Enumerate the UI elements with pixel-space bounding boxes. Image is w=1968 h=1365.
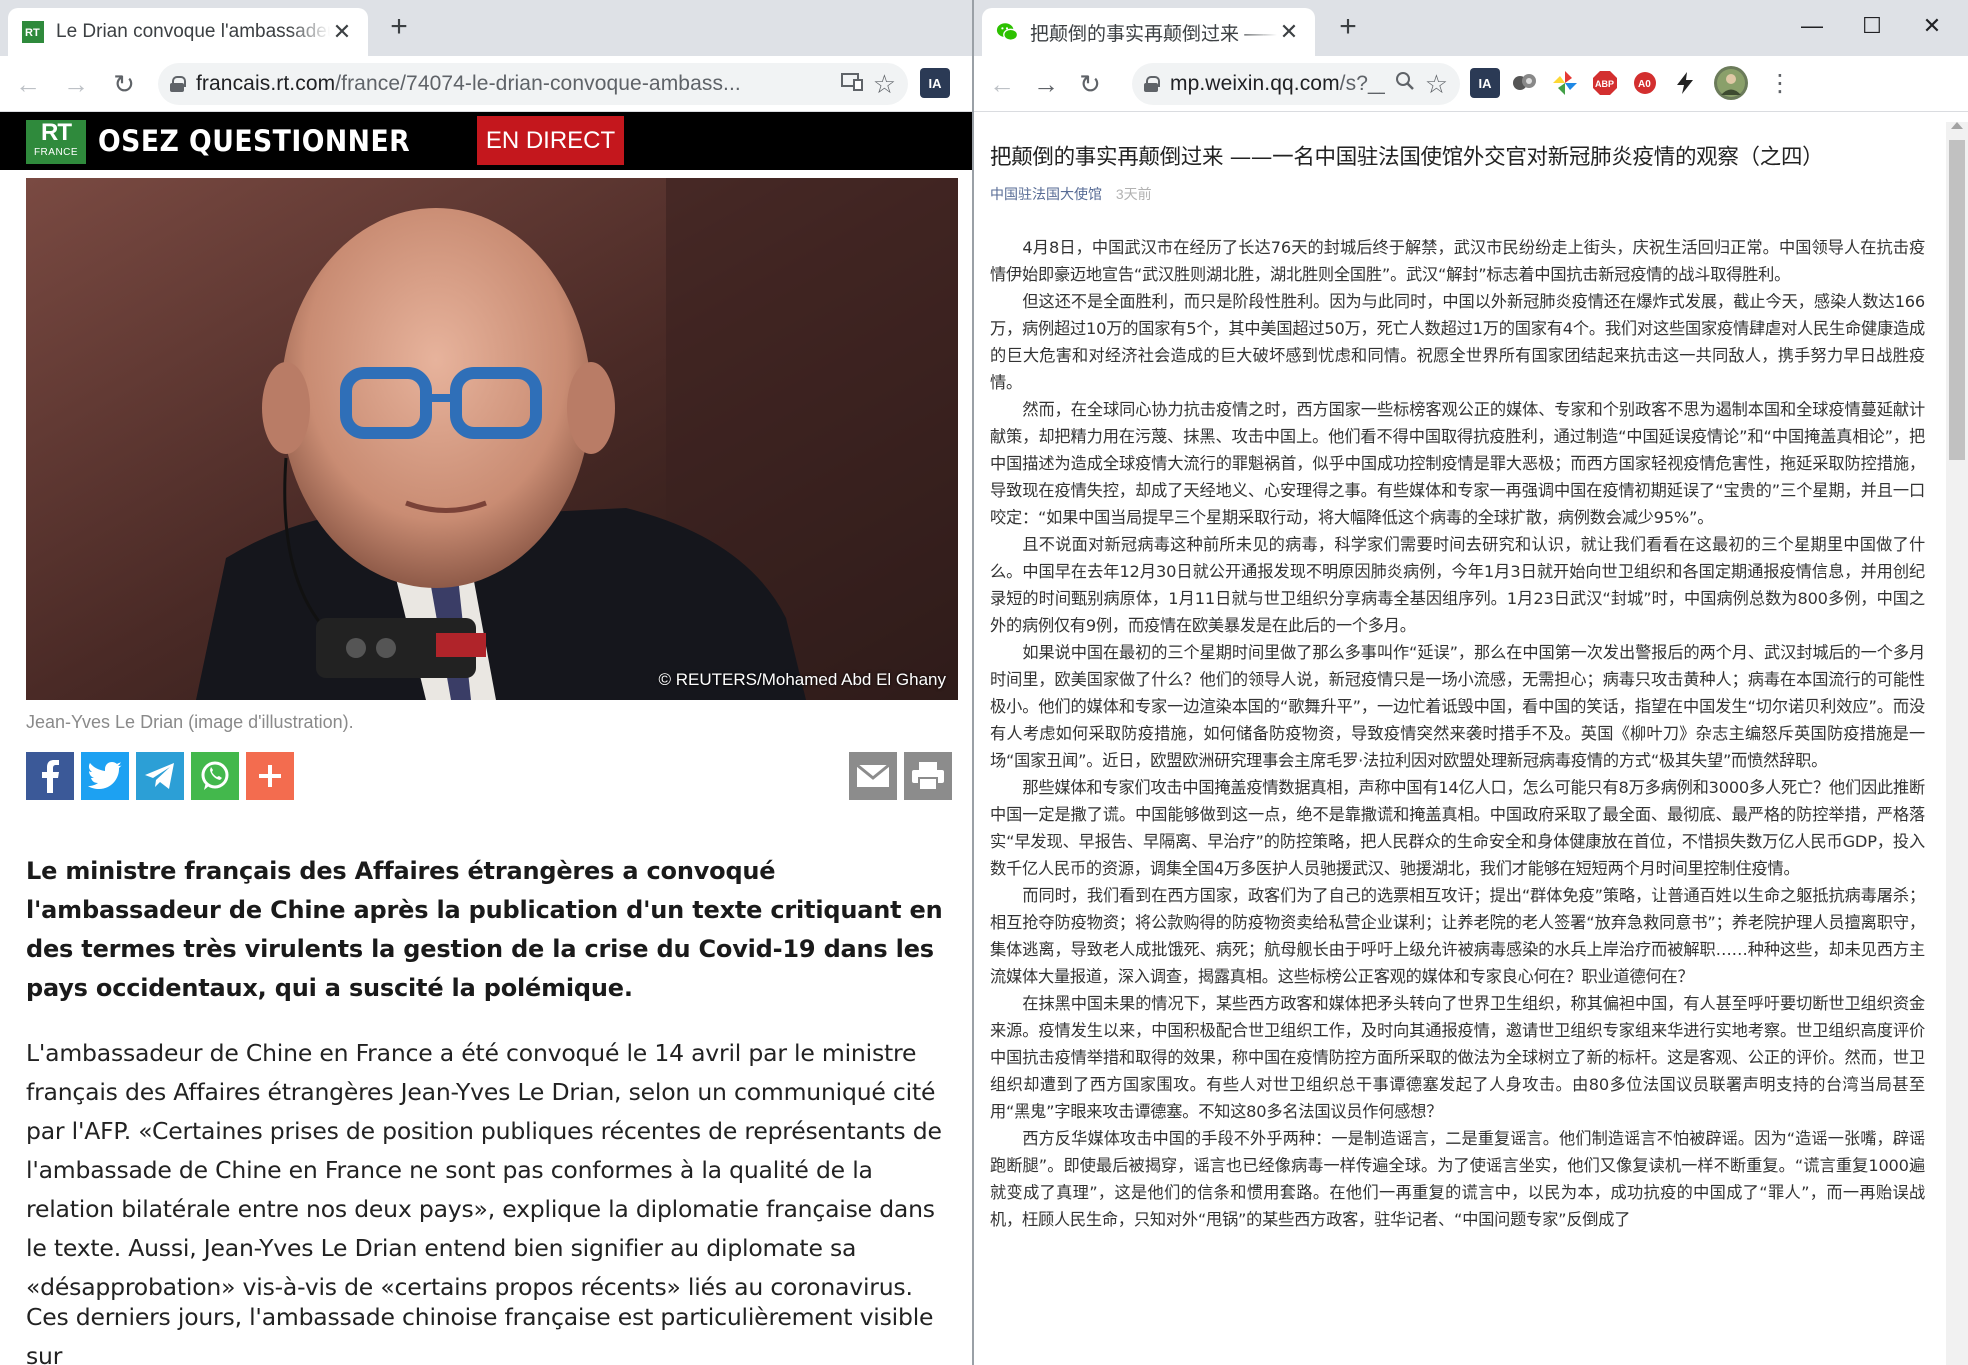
facebook-icon — [42, 760, 59, 793]
tab-title: Le Drian convoque l'ambassadeur de Chine… — [56, 21, 330, 42]
lock-icon — [1144, 76, 1160, 92]
svg-text:A0: A0 — [1638, 79, 1651, 90]
bookmark-star-icon[interactable]: ☆ — [1425, 69, 1448, 100]
forward-arrow-icon[interactable]: → — [60, 68, 92, 100]
scroll-up-arrow-icon[interactable] — [1951, 122, 1963, 129]
tab-rt-article[interactable]: RT Le Drian convoque l'ambassadeur de Ch… — [8, 8, 368, 56]
vertical-scrollbar[interactable] — [1946, 122, 1968, 1365]
article-paragraph: L'ambassadeur de Chine en France a été c… — [26, 1039, 942, 1301]
new-tab-button[interactable]: + — [1330, 10, 1366, 46]
minimize-window-icon[interactable]: — — [1782, 8, 1842, 44]
back-arrow-icon[interactable]: ← — [986, 68, 1018, 100]
plus-icon — [259, 765, 281, 787]
address-bar[interactable]: francais.rt.com/france/74074-le-drian-co… — [158, 63, 908, 105]
url-text[interactable]: mp.weixin.qq.com/s?__... — [1170, 72, 1385, 96]
tab-strip: 把颠倒的事实再颠倒过来 ——一名中国驻法国使馆外交官 ✕ + — ☐ ✕ — [974, 0, 1968, 56]
article-title: 把颠倒的事实再颠倒过来 ——一名中国驻法国使馆外交官对新冠肺炎疫情的观察（之四） — [990, 145, 1824, 170]
article-paragraph: 且不说面对新冠病毒这种前所未见的病毒，科学家们需要时间去研究和认识，就让我们看看… — [990, 535, 1925, 635]
reload-icon[interactable]: ↻ — [1074, 68, 1106, 100]
adblock-plus-icon[interactable]: ABP — [1590, 68, 1620, 98]
article-lead: Le ministre français des Affaires étrang… — [26, 857, 943, 1002]
photo-credit: © REUTERS/Mohamed Abd El Ghany — [658, 670, 946, 689]
wechat-browser-window: 把颠倒的事实再颠倒过来 ——一名中国驻法国使馆外交官 ✕ + — ☐ ✕ ← →… — [972, 0, 1968, 1365]
whatsapp-share-button[interactable] — [191, 752, 239, 800]
install-app-icon[interactable] — [840, 71, 863, 97]
search-zoom-icon[interactable] — [1395, 71, 1415, 97]
telegram-icon — [145, 763, 174, 789]
profile-avatar[interactable] — [1714, 66, 1748, 100]
twitter-icon — [88, 762, 122, 789]
extension-circles-icon[interactable] — [1510, 68, 1540, 98]
lightning-extension-icon[interactable] — [1670, 68, 1700, 98]
article-paragraph: 那些媒体和专家们攻击中国掩盖疫情数据真相，声称中国有14亿人口，怎么可能只有8万… — [990, 778, 1925, 878]
print-icon — [912, 762, 944, 791]
maximize-window-icon[interactable]: ☐ — [1842, 8, 1902, 44]
site-slogan: OSEZ QUESTIONNER — [98, 124, 411, 158]
article-paragraph: 4月8日，中国武汉市在经历了长达76天的封城后终于解禁，武汉市民纷纷走上街头，庆… — [990, 238, 1925, 284]
telegram-share-button[interactable] — [136, 752, 184, 800]
live-button[interactable]: EN DIRECT — [477, 116, 624, 165]
article-paragraph: 但这还不是全面胜利，而只是阶段性胜利。因为与此同时，中国以外新冠肺炎疫情还在爆炸… — [990, 292, 1925, 392]
article-paragraph: 如果说中国在最初的三个星期时间里做了那么多事叫作“延误”，那么在中国第一次发出警… — [990, 643, 1925, 770]
photo-caption: Jean-Yves Le Drian (image d'illustration… — [26, 712, 354, 732]
tab-title: 把颠倒的事实再颠倒过来 ——一名中国驻法国使馆外交官 — [1030, 23, 1277, 45]
rt-logo[interactable]: RT FRANCE — [26, 120, 86, 164]
rt-favicon-icon: RT — [22, 21, 44, 43]
rt-site-header: RT FRANCE OSEZ QUESTIONNER EN DIRECT — [0, 112, 972, 170]
rt-browser-window: RT Le Drian convoque l'ambassadeur de Ch… — [0, 0, 972, 1365]
toolbar: ← → ↻ mp.weixin.qq.com/s?__... ☆ IA ABP … — [974, 56, 1968, 112]
facebook-share-button[interactable] — [26, 752, 74, 800]
email-share-button[interactable] — [849, 752, 897, 800]
scrollbar-thumb[interactable] — [1949, 140, 1965, 460]
bookmark-star-icon[interactable]: ☆ — [873, 69, 896, 100]
whatsapp-icon — [201, 761, 229, 790]
article-meta: 中国驻法国大使馆 3天前 — [990, 184, 1152, 204]
more-share-button[interactable] — [246, 752, 294, 800]
ia-extension-icon[interactable]: IA — [1470, 68, 1500, 98]
svg-text:ABP: ABP — [1595, 79, 1614, 89]
wechat-favicon-icon — [996, 21, 1018, 43]
publish-time: 3天前 — [1115, 186, 1152, 202]
new-tab-button[interactable]: + — [381, 10, 417, 46]
email-icon — [856, 764, 890, 787]
close-tab-icon[interactable]: ✕ — [1277, 19, 1301, 45]
close-window-icon[interactable]: ✕ — [1902, 8, 1962, 44]
article-paragraph: 西方反华媒体攻击中国的手段不外乎两种：一是制造谣言，二是重复谣言。他们制造谣言不… — [990, 1129, 1925, 1229]
article-paragraph: Ces derniers jours, l'ambassade chinoise… — [26, 1303, 934, 1365]
svg-text:RT: RT — [25, 27, 40, 39]
photo-illustration — [26, 178, 958, 700]
forward-arrow-icon[interactable]: → — [1030, 68, 1062, 100]
url-text[interactable]: francais.rt.com/france/74074-le-drian-co… — [196, 72, 831, 96]
account-name-link[interactable]: 中国驻法国大使馆 — [990, 186, 1102, 202]
article-paragraph: 然而，在全球同心协力抗击疫情之时，西方国家一些标榜客观公正的媒体、专家和个别政客… — [990, 400, 1925, 527]
article-photo: © REUTERS/Mohamed Abd El Ghany — [26, 178, 958, 700]
twitter-share-button[interactable] — [81, 752, 129, 800]
tab-strip: RT Le Drian convoque l'ambassadeur de Ch… — [0, 0, 972, 56]
back-arrow-icon[interactable]: ← — [12, 68, 44, 100]
address-bar[interactable]: mp.weixin.qq.com/s?__... ☆ — [1132, 63, 1460, 105]
reload-icon[interactable]: ↻ — [108, 68, 140, 100]
print-button[interactable] — [904, 752, 952, 800]
article-paragraph: 而同时，我们看到在西方国家，政客们为了自己的选票相互攻讦；提出“群体免疫”策略，… — [990, 886, 1925, 986]
article-paragraph: 在抹黑中国未果的情况下，某些西方政客和媒体把矛头转向了世界卫生组织，称其偏袒中国… — [990, 994, 1925, 1121]
close-tab-icon[interactable]: ✕ — [330, 19, 354, 45]
toolbar: ← → ↻ francais.rt.com/france/74074-le-dr… — [0, 56, 972, 112]
lock-icon — [170, 76, 186, 92]
ia-extension-icon[interactable]: IA — [920, 68, 950, 98]
article-body: 4月8日，中国武汉市在经历了长达76天的封城后终于解禁，武汉市民纷纷走上街头，庆… — [990, 234, 1925, 1233]
rt-page-content: RT FRANCE OSEZ QUESTIONNER EN DIRECT © R… — [0, 112, 972, 1365]
wechat-article-page: 把颠倒的事实再颠倒过来 ——一名中国驻法国使馆外交官对新冠肺炎疫情的观察（之四）… — [974, 112, 1968, 1365]
adblock-badge-icon[interactable]: A0 — [1630, 68, 1660, 98]
extension-pinwheel-icon[interactable] — [1550, 68, 1580, 98]
chrome-menu-icon[interactable]: ⋮ — [1764, 68, 1796, 100]
tab-wechat-article[interactable]: 把颠倒的事实再颠倒过来 ——一名中国驻法国使馆外交官 ✕ — [982, 8, 1315, 56]
